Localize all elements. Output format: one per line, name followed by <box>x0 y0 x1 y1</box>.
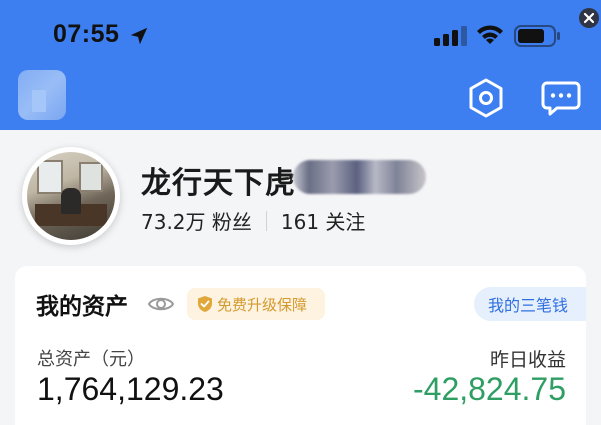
message-icon[interactable] <box>541 80 581 116</box>
total-assets-label: 总资产（元） <box>37 349 145 370</box>
shield-icon <box>198 296 212 312</box>
close-icon[interactable] <box>578 7 600 29</box>
status-bar: 07:55 <box>0 0 601 72</box>
upgrade-badge-label: 免费升级保障 <box>217 295 308 314</box>
profile-avatar[interactable] <box>22 147 120 245</box>
battery-icon <box>514 25 560 47</box>
followers-count[interactable]: 73.2万 粉丝 <box>141 206 252 235</box>
status-time: 07:55 <box>53 20 120 48</box>
upgrade-protection-badge[interactable]: 免费升级保障 <box>187 288 325 320</box>
stats-divider <box>265 210 267 231</box>
profile-stats: 73.2万 粉丝 161 关注 <box>141 206 365 235</box>
eye-icon[interactable] <box>148 294 174 314</box>
total-assets-value: 1,764,129.23 <box>37 371 224 407</box>
user-tag-badge <box>293 160 426 194</box>
header-avatar[interactable] <box>18 70 66 120</box>
location-arrow-icon <box>130 27 148 45</box>
yesterday-profit-value: -42,824.75 <box>412 371 566 407</box>
username[interactable]: 龙行天下虎 <box>141 158 296 202</box>
three-money-button[interactable]: 我的三笔钱 <box>474 287 586 321</box>
assets-title: 我的资产 <box>36 294 128 320</box>
avatar-photo <box>27 152 115 240</box>
wifi-icon <box>477 25 503 44</box>
yesterday-profit-label: 昨日收益 <box>489 349 566 371</box>
settings-hexagon-icon[interactable] <box>466 77 506 119</box>
following-count[interactable]: 161 关注 <box>281 206 366 235</box>
signal-icon <box>434 26 467 46</box>
